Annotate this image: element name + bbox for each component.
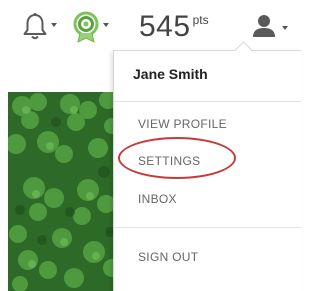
points-display: 545 pts	[139, 10, 209, 44]
menu-divider	[114, 227, 301, 228]
view-profile-link[interactable]: VIEW PROFILE	[138, 117, 227, 131]
chevron-down-icon	[51, 22, 57, 27]
sign-out-link[interactable]: SIGN OUT	[138, 250, 198, 264]
page: 545 pts Jane Smith VIEW PROFILE SETTINGS…	[0, 0, 303, 291]
user-icon	[252, 13, 276, 44]
chevron-down-icon	[282, 25, 288, 30]
top-header: 545 pts	[0, 0, 303, 56]
bell-icon	[22, 12, 48, 47]
user-name: Jane Smith	[133, 66, 208, 82]
points-unit: pts	[192, 13, 209, 27]
settings-link[interactable]: SETTINGS	[138, 154, 200, 168]
inbox-link[interactable]: INBOX	[138, 192, 177, 206]
points-value: 545	[139, 10, 191, 43]
award-badge-icon	[72, 11, 100, 48]
chevron-down-icon	[103, 22, 109, 27]
user-dropdown-menu: Jane Smith VIEW PROFILE SETTINGS INBOX S…	[113, 41, 301, 291]
badges-menu[interactable]	[72, 11, 109, 48]
account-menu-button[interactable]	[252, 13, 288, 44]
clover-image	[8, 92, 120, 291]
notifications-menu[interactable]	[22, 12, 57, 47]
menu-divider	[114, 101, 301, 102]
